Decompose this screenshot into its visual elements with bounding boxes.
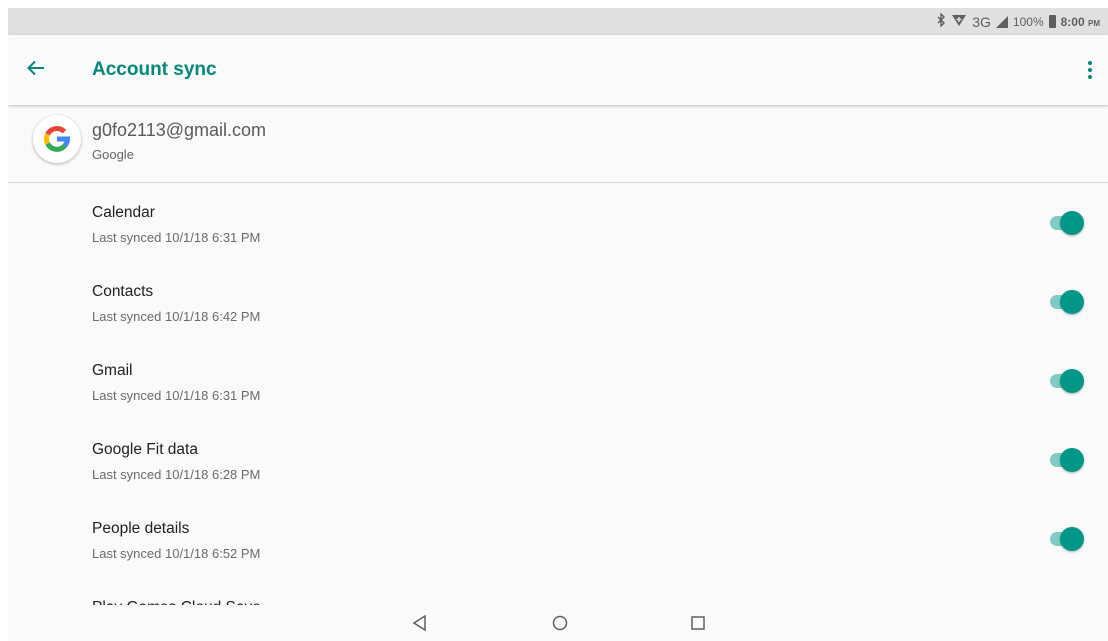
battery-percent: 100% [1012, 14, 1044, 29]
sync-toggle[interactable] [1048, 448, 1086, 472]
back-triangle-icon[interactable] [410, 613, 430, 633]
network-type: 3G [972, 13, 991, 30]
account-email: g0fo2113@gmail.com [92, 120, 267, 140]
battery-icon [1048, 15, 1056, 28]
screen: 3G 100% 8:00 PM Account sync g0fo2113@gm… [8, 8, 1108, 641]
sync-toggle[interactable] [1048, 290, 1086, 314]
sync-item-status: Last synced 10/1/18 6:31 PM [92, 230, 261, 245]
sync-item-status: Last synced 10/1/18 6:42 PM [92, 309, 261, 324]
signal-icon [995, 15, 1008, 28]
sync-item-name: Google Fit data [92, 441, 198, 458]
sync-item-google-fit[interactable]: Google Fit data Last synced 10/1/18 6:28… [8, 420, 1108, 499]
page-title: Account sync [92, 59, 217, 80]
sync-item-name: Gmail [92, 362, 133, 379]
sync-item-calendar[interactable]: Calendar Last synced 10/1/18 6:31 PM [8, 183, 1108, 262]
sync-item-name: Calendar [92, 204, 155, 221]
status-bar: 3G 100% 8:00 PM [8, 8, 1108, 35]
data-saver-icon [951, 13, 967, 30]
sync-item-name: People details [92, 520, 190, 537]
clock-ampm: PM [1088, 18, 1100, 28]
more-vertical-icon[interactable] [1082, 57, 1098, 83]
sync-item-name: Contacts [92, 283, 154, 300]
sync-item-status: Last synced 10/1/18 6:52 PM [92, 546, 261, 561]
sync-item-contacts[interactable]: Contacts Last synced 10/1/18 6:42 PM [8, 262, 1108, 341]
account-header: g0fo2113@gmail.com Google [8, 105, 1108, 183]
sync-toggle[interactable] [1048, 211, 1086, 235]
app-bar: Account sync [8, 35, 1108, 105]
clock-time: 8:00 [1060, 14, 1085, 29]
sync-item-status: Last synced 10/1/18 6:28 PM [92, 467, 261, 482]
google-logo-icon [33, 115, 81, 163]
account-type: Google [92, 147, 134, 162]
sync-list: Calendar Last synced 10/1/18 6:31 PM Con… [8, 183, 1108, 641]
sync-item-gmail[interactable]: Gmail Last synced 10/1/18 6:31 PM [8, 341, 1108, 420]
recents-square-icon[interactable] [688, 613, 708, 633]
sync-toggle[interactable] [1048, 527, 1086, 551]
home-circle-icon[interactable] [550, 613, 570, 633]
sync-toggle[interactable] [1048, 369, 1086, 393]
sync-item-people-details[interactable]: People details Last synced 10/1/18 6:52 … [8, 499, 1108, 578]
sync-item-status: Last synced 10/1/18 6:31 PM [92, 388, 261, 403]
navigation-bar [8, 605, 1108, 641]
bluetooth-icon [936, 12, 946, 30]
arrow-left-icon[interactable] [24, 56, 48, 80]
status-icons: 3G 100% 8:00 PM [936, 8, 1100, 35]
